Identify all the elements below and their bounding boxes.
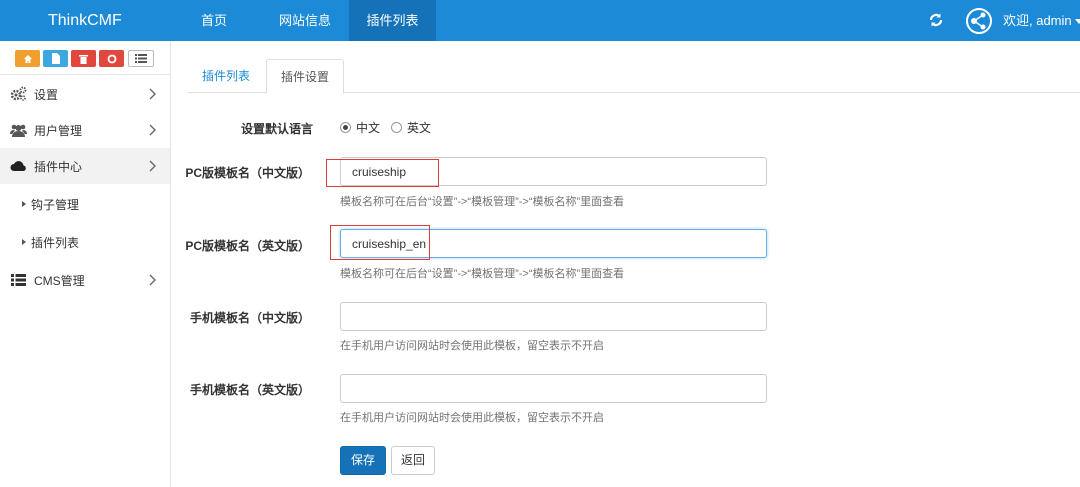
avatar-icon[interactable] — [966, 8, 992, 34]
user-welcome-label: 欢迎, admin — [1003, 13, 1072, 28]
radio-chinese[interactable] — [340, 122, 351, 133]
pc-template-en-label: PC版模板名（英文版） — [185, 239, 310, 253]
mobile-template-en-input[interactable] — [340, 374, 767, 403]
chevron-right-icon — [149, 274, 156, 286]
cogs-icon — [10, 86, 27, 101]
radio-chinese-label[interactable]: 中文 — [356, 119, 380, 136]
radio-english[interactable] — [391, 122, 403, 133]
nav-site-info[interactable]: 网站信息 — [263, 0, 347, 41]
pc-template-cn-help: 模板名称可在后台“设置”->“模板管理”->“模板名称”里面查看 — [340, 196, 625, 208]
nav-home[interactable]: 首页 — [183, 0, 245, 41]
sidebar-shortcuts — [0, 41, 170, 75]
back-button[interactable]: 返回 — [391, 446, 435, 475]
top-navbar: ThinkCMF 首页 网站信息 插件列表 欢迎, admin — [0, 0, 1080, 41]
mobile-template-en-label: 手机模板名（英文版） — [189, 383, 310, 397]
chevron-right-icon — [149, 88, 156, 100]
sidebar-item-label: 设置 — [34, 87, 59, 102]
list-icon — [11, 274, 26, 286]
home-icon[interactable] — [15, 50, 40, 67]
sidebar-subitem-hooks[interactable]: 钩子管理 — [0, 186, 170, 222]
file-icon[interactable] — [43, 50, 68, 67]
share-network-icon — [971, 12, 986, 30]
radio-english-label[interactable]: 英文 — [407, 119, 431, 136]
mobile-template-en-help: 在手机用户访问网站时会使用此模板，留空表示不开启 — [340, 412, 604, 424]
pc-template-en-help: 模板名称可在后台“设置”->“模板管理”->“模板名称”里面查看 — [340, 268, 625, 280]
nav-plugin-list[interactable]: 插件列表 — [349, 0, 436, 41]
pc-template-cn-input[interactable] — [340, 157, 767, 186]
lang-label: 设置默认语言 — [240, 122, 313, 136]
list-icon[interactable] — [128, 50, 154, 67]
sidebar: 设置 用户管理 插件中心 钩子管理 插件列表 CMS管理 — [0, 41, 171, 487]
refresh-icon[interactable] — [928, 12, 944, 28]
sidebar-item-cms[interactable]: CMS管理 — [0, 262, 170, 298]
sidebar-item-settings[interactable]: 设置 — [0, 76, 170, 112]
user-menu[interactable]: 欢迎, admin — [1003, 0, 1080, 41]
sidebar-item-label: CMS管理 — [34, 273, 85, 288]
caret-right-icon — [22, 201, 26, 207]
mobile-template-cn-label: 手机模板名（中文版） — [189, 311, 310, 325]
brand-logo[interactable]: ThinkCMF — [48, 0, 122, 41]
tab-bar: 插件列表 插件设置 — [188, 59, 1080, 94]
mobile-template-cn-input[interactable] — [340, 302, 767, 331]
mobile-template-cn-help: 在手机用户访问网站时会使用此模板，留空表示不开启 — [340, 340, 604, 352]
recycle-icon[interactable] — [99, 50, 124, 67]
sidebar-subitem-label: 钩子管理 — [31, 197, 80, 212]
pc-template-en-input[interactable] — [340, 229, 767, 258]
lang-radio-group: 中文 英文 — [340, 119, 442, 136]
tab-plugin-list[interactable]: 插件列表 — [188, 59, 264, 93]
caret-down-icon — [1074, 19, 1080, 25]
pc-template-cn-label: PC版模板名（中文版） — [185, 166, 310, 180]
tab-plugin-settings[interactable]: 插件设置 — [266, 59, 345, 94]
save-button[interactable]: 保存 — [340, 446, 386, 475]
trash-icon[interactable] — [71, 50, 96, 67]
